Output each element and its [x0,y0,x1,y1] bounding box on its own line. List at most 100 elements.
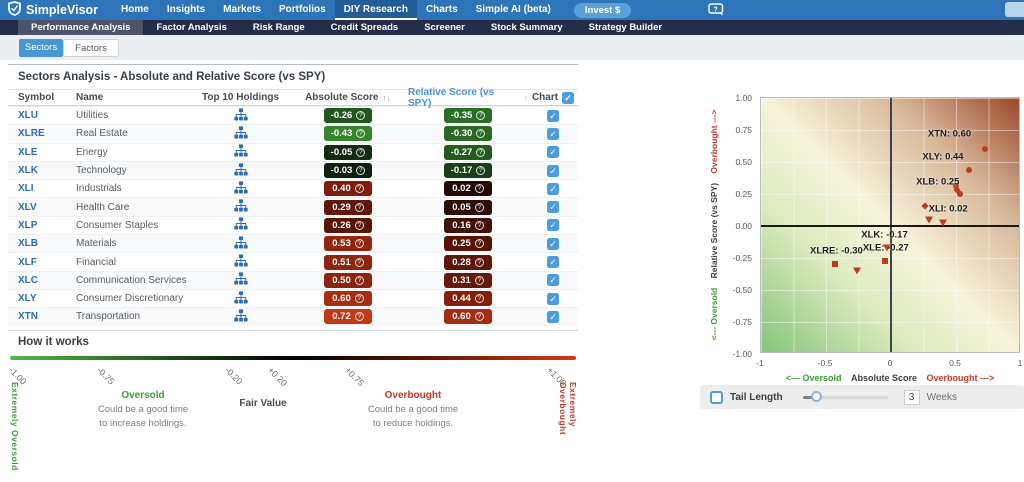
partial-widget[interactable] [1005,2,1024,17]
holdings-icon[interactable] [233,144,248,160]
chart-checkbox[interactable]: ✓ [547,292,559,305]
col-absolute-score[interactable]: Absolute Score ↑↓ [288,92,408,103]
holdings-icon[interactable] [233,272,248,288]
holdings-icon[interactable] [233,290,248,307]
brand-logo[interactable]: SimpleVisor [8,1,98,19]
relative-score-badge[interactable]: 0.60? [444,309,492,325]
info-icon: ? [356,166,366,176]
relative-score-badge[interactable]: 0.02? [444,181,492,197]
chart-checkbox[interactable]: ✓ [547,146,559,159]
sub-navbar: Performance Analysis Factor Analysis Ris… [0,20,1024,35]
tail-length-slider[interactable] [802,391,888,402]
symbol-link[interactable]: XLB [18,238,38,249]
symbol-link[interactable]: XLC [18,275,38,286]
absolute-score-badge[interactable]: 0.51? [324,254,372,270]
absolute-score-badge[interactable]: 0.72? [324,309,372,325]
chart-checkbox[interactable]: ✓ [547,109,559,122]
tail-length-input[interactable]: 3 [903,389,920,405]
nav-home[interactable]: Home [112,0,158,20]
brand-name: SimpleVisor [26,3,99,17]
chart-checkbox[interactable]: ✓ [547,164,559,177]
symbol-link[interactable]: XTN [18,311,38,322]
relative-score-badge[interactable]: 0.28? [444,254,492,270]
absolute-score-badge[interactable]: 0.53? [324,236,372,252]
absolute-score-badge[interactable]: 0.26? [324,217,372,233]
sort-icon[interactable]: ↑↓ [382,93,391,103]
chart-checkbox[interactable]: ✓ [547,274,559,287]
col-name[interactable]: Name [76,92,193,103]
nav-charts[interactable]: Charts [417,0,467,20]
tail-length-checkbox[interactable] [710,390,723,404]
chart-checkbox[interactable]: ✓ [547,127,559,140]
relative-score-badge[interactable]: 0.31? [444,272,492,288]
subnav-performance-analysis[interactable]: Performance Analysis [18,20,144,35]
chart-checkbox[interactable]: ✓ [547,201,559,214]
relative-score-badge[interactable]: 0.16? [444,217,492,233]
scatter-plot[interactable]: XTN: 0.60 XLY: 0.44 XLB: 0.25 XLI: 0.02 XLK:… [760,97,1020,353]
table-row: XLK Technology -0.03? -0.17? ✓ [8,160,578,180]
symbol-link[interactable]: XLY [18,293,37,304]
absolute-score-badge[interactable]: -0.03? [324,163,372,179]
chart-checkbox[interactable]: ✓ [547,182,559,195]
subnav-factor-analysis[interactable]: Factor Analysis [143,20,239,35]
holdings-icon[interactable] [233,254,248,270]
col-relative-score[interactable]: Relative Score (vs SPY) ↑ [408,87,528,109]
slider-handle[interactable] [810,391,822,402]
holdings-icon[interactable] [233,217,248,233]
absolute-score-badge[interactable]: 0.50? [324,272,372,288]
symbol-link[interactable]: XLV [18,202,37,213]
nav-simple-ai[interactable]: Simple AI (beta) [467,0,560,20]
y-tick-label: 0.00 [735,221,752,231]
relative-score-badge[interactable]: -0.35? [444,108,492,124]
symbol-link[interactable]: XLU [18,110,38,121]
extremely-overbought-label: Extremely Overbought [558,382,578,436]
chart-checkbox[interactable]: ✓ [547,237,559,250]
chart-checkbox[interactable]: ✓ [547,219,559,232]
point-annotation: XLRE: -0.30 [809,245,863,257]
holdings-icon[interactable] [233,126,248,142]
nav-markets[interactable]: Markets [214,0,270,20]
subnav-screener[interactable]: Screener [411,20,478,35]
invest-button[interactable]: Invest $ [573,2,632,18]
chart-checkbox[interactable]: ✓ [547,310,559,323]
holdings-icon[interactable] [233,162,248,179]
nav-portfolios[interactable]: Portfolios [270,0,335,20]
absolute-score-badge[interactable]: 0.29? [324,199,372,215]
subnav-strategy-builder[interactable]: Strategy Builder [576,20,675,35]
holdings-icon[interactable] [233,199,248,215]
absolute-score-badge[interactable]: -0.05? [324,144,372,160]
x-axis-label: <--- Oversold Absolute Score Overbought … [760,373,1020,383]
relative-score-badge[interactable]: -0.30? [444,126,492,142]
tab-factors[interactable]: Factors [63,39,119,57]
subnav-credit-spreads[interactable]: Credit Spreads [318,20,412,35]
sector-name: Health Care [76,201,130,213]
col-symbol[interactable]: Symbol [8,92,76,103]
symbol-link[interactable]: XLK [18,165,38,176]
symbol-link[interactable]: XLI [18,183,34,194]
holdings-icon[interactable] [233,108,248,124]
relative-score-badge[interactable]: 0.25? [444,236,492,252]
absolute-score-badge[interactable]: 0.40? [324,181,372,197]
symbol-link[interactable]: XLF [18,257,37,268]
nav-diy-research[interactable]: DIY Research [334,0,417,20]
chart-checkbox[interactable]: ✓ [547,256,559,269]
relative-score-badge[interactable]: 0.05? [444,199,492,215]
symbol-link[interactable]: XLRE [18,128,45,139]
absolute-score-badge[interactable]: 0.60? [324,291,372,307]
tab-sectors[interactable]: Sectors [19,39,63,57]
subnav-risk-range[interactable]: Risk Range [240,20,318,35]
chart-select-all-checkbox[interactable]: ✓ [562,91,575,104]
symbol-link[interactable]: XLE [18,147,37,158]
subnav-stock-summary[interactable]: Stock Summary [478,20,576,35]
holdings-icon[interactable] [233,181,248,197]
table-row: XLI Industrials 0.40? 0.02? ✓ [8,179,578,197]
nav-insights[interactable]: Insights [158,0,214,20]
relative-score-badge[interactable]: -0.17? [444,163,492,179]
absolute-score-badge[interactable]: -0.43? [324,126,372,142]
holdings-icon[interactable] [233,309,248,325]
relative-score-badge[interactable]: 0.44? [444,291,492,307]
absolute-score-badge[interactable]: -0.26? [324,108,372,124]
relative-score-badge[interactable]: -0.27? [444,144,492,160]
symbol-link[interactable]: XLP [18,220,37,231]
holdings-icon[interactable] [233,236,248,252]
